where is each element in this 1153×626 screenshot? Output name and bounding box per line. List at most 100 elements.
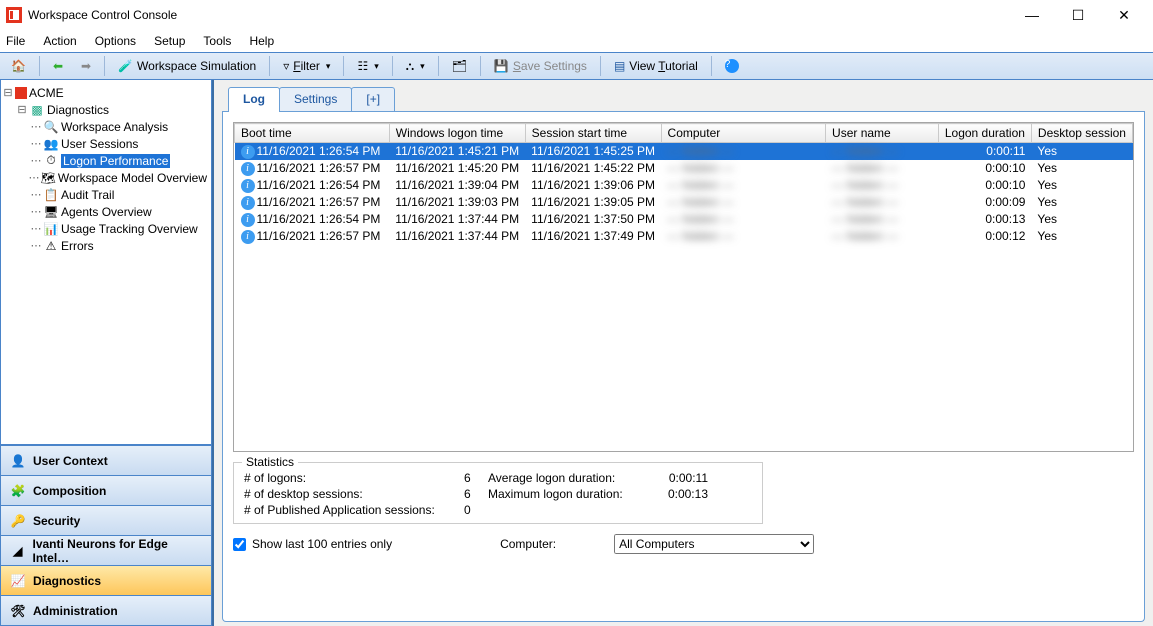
stat-desktop-label: # of desktop sessions: bbox=[244, 487, 464, 501]
stat-desktop-value: 6 bbox=[464, 487, 488, 501]
col-computer[interactable]: Computer bbox=[661, 124, 825, 143]
col-boot-time[interactable]: Boot time bbox=[235, 124, 390, 143]
nav-security[interactable]: 🔑Security bbox=[1, 505, 211, 535]
save-settings-button[interactable]: 💾Save Settings bbox=[487, 55, 594, 77]
tree-item-usage-tracking-overview[interactable]: ⋯📊Usage Tracking Overview bbox=[1, 220, 211, 237]
cell-dur: 0:00:13 bbox=[938, 211, 1031, 228]
separator bbox=[269, 56, 270, 76]
cell-boot: i11/16/2021 1:26:57 PM bbox=[235, 194, 390, 211]
cell-dur: 0:00:11 bbox=[938, 143, 1031, 160]
org-icon: ⛬ bbox=[406, 59, 414, 74]
computer-label: Computer: bbox=[500, 537, 556, 551]
table-row[interactable]: i11/16/2021 1:26:57 PM11/16/2021 1:39:03… bbox=[235, 194, 1133, 211]
tree-view[interactable]: ⊟ACME ⊟▩Diagnostics ⋯🔍Workspace Analysis… bbox=[0, 80, 212, 445]
nav-label: Ivanti Neurons for Edge Intel… bbox=[33, 537, 204, 565]
cell-user: — hidden — bbox=[826, 160, 939, 177]
arrow-left-icon: ⬅ bbox=[53, 59, 63, 73]
layout-button[interactable]: ☷▾ bbox=[350, 55, 385, 77]
stat-avg-label: Average logon duration: bbox=[488, 471, 648, 485]
col-logon-duration[interactable]: Logon duration bbox=[938, 124, 1031, 143]
menu-tools[interactable]: Tools bbox=[203, 34, 231, 48]
table-row[interactable]: i11/16/2021 1:26:57 PM11/16/2021 1:45:20… bbox=[235, 160, 1133, 177]
tree-item-label: Usage Tracking Overview bbox=[61, 222, 198, 236]
separator bbox=[392, 56, 393, 76]
view-tutorial-button[interactable]: ▤View Tutorial bbox=[607, 55, 705, 77]
nav-administration[interactable]: 🛠Administration bbox=[1, 595, 211, 625]
separator bbox=[480, 56, 481, 76]
nav-ivanti-neurons-for-edge-intel-[interactable]: ◢Ivanti Neurons for Edge Intel… bbox=[1, 535, 211, 565]
nav-user-context[interactable]: 👤User Context bbox=[1, 445, 211, 475]
tree-item-logon-performance[interactable]: ⋯⏱Logon Performance bbox=[1, 152, 211, 169]
tree-item-label: Agents Overview bbox=[61, 205, 152, 219]
tree-item-icon: 📋 bbox=[43, 187, 59, 203]
forward-button[interactable]: ➡ bbox=[74, 55, 98, 77]
col-user-name[interactable]: User name bbox=[826, 124, 939, 143]
workspace-simulation-button[interactable]: 🧪Workspace Simulation bbox=[111, 55, 263, 77]
col-windows-logon-time[interactable]: Windows logon time bbox=[389, 124, 525, 143]
back-button[interactable]: ⬅ bbox=[46, 55, 70, 77]
chevron-down-icon: ▾ bbox=[374, 61, 379, 72]
home-button[interactable]: 🏠 bbox=[4, 55, 33, 77]
nav-stack: 👤User Context🧩Composition🔑Security◢Ivant… bbox=[0, 445, 212, 626]
tab-label: [+] bbox=[366, 92, 380, 106]
stat-avg-value: 0:00:11 bbox=[648, 471, 708, 485]
col-desktop-session[interactable]: Desktop session bbox=[1031, 124, 1132, 143]
nav-composition[interactable]: 🧩Composition bbox=[1, 475, 211, 505]
tree-item-label: Errors bbox=[61, 239, 94, 253]
nav-icon: 📈 bbox=[9, 572, 27, 590]
tab-log[interactable]: Log bbox=[228, 87, 280, 112]
cell-dur: 0:00:10 bbox=[938, 160, 1031, 177]
tab-[interactable]: [+] bbox=[351, 87, 395, 111]
cell-boot: i11/16/2021 1:26:57 PM bbox=[235, 160, 390, 177]
menu-setup[interactable]: Setup bbox=[154, 34, 185, 48]
tree-item-workspace-model-overview[interactable]: ⋯🗺Workspace Model Overview bbox=[1, 169, 211, 186]
cell-sstart: 11/16/2021 1:37:50 PM bbox=[525, 211, 661, 228]
tree-item-label: User Sessions bbox=[61, 137, 138, 151]
maximize-button[interactable]: ☐ bbox=[1055, 0, 1101, 30]
menu-action[interactable]: Action bbox=[43, 34, 76, 48]
filter-button[interactable]: ▿Filter▾ bbox=[276, 55, 337, 77]
cell-boot: i11/16/2021 1:26:54 PM bbox=[235, 211, 390, 228]
cell-dur: 0:00:12 bbox=[938, 228, 1031, 245]
tree-item-label: Workspace Analysis bbox=[61, 120, 168, 134]
tree-root[interactable]: ⊟ACME bbox=[1, 84, 211, 101]
tree-item-audit-trail[interactable]: ⋯📋Audit Trail bbox=[1, 186, 211, 203]
cell-comp: — hidden — bbox=[661, 143, 825, 160]
export-button[interactable]: 🗂 bbox=[445, 55, 474, 77]
tree-item-workspace-analysis[interactable]: ⋯🔍Workspace Analysis bbox=[1, 118, 211, 135]
close-button[interactable]: ✕ bbox=[1101, 0, 1147, 30]
cell-desk: Yes bbox=[1031, 160, 1132, 177]
menu-file[interactable]: File bbox=[6, 34, 25, 48]
tree-group-diagnostics[interactable]: ⊟▩Diagnostics bbox=[1, 101, 211, 118]
nav-diagnostics[interactable]: 📈Diagnostics bbox=[1, 565, 211, 595]
cell-user: — hidden — bbox=[826, 211, 939, 228]
tree-item-agents-overview[interactable]: ⋯🖥Agents Overview bbox=[1, 203, 211, 220]
col-session-start-time[interactable]: Session start time bbox=[525, 124, 661, 143]
info-icon: i bbox=[241, 179, 255, 193]
tree-item-icon: ⏱ bbox=[43, 153, 59, 169]
cell-comp: — hidden — bbox=[661, 194, 825, 211]
table-row[interactable]: i11/16/2021 1:26:54 PM11/16/2021 1:39:04… bbox=[235, 177, 1133, 194]
nav-icon: 🧩 bbox=[9, 482, 27, 500]
nav-icon: 🛠 bbox=[9, 602, 27, 620]
layout-icon: ☷ bbox=[357, 59, 368, 73]
statistics-legend: Statistics bbox=[242, 455, 298, 469]
minimize-button[interactable]: — bbox=[1009, 0, 1055, 30]
table-row[interactable]: i11/16/2021 1:26:54 PM11/16/2021 1:37:44… bbox=[235, 211, 1133, 228]
menu-help[interactable]: Help bbox=[249, 34, 274, 48]
log-grid[interactable]: Boot timeWindows logon timeSession start… bbox=[233, 122, 1134, 452]
menu-options[interactable]: Options bbox=[95, 34, 136, 48]
table-row[interactable]: i11/16/2021 1:26:57 PM11/16/2021 1:37:44… bbox=[235, 228, 1133, 245]
stat-pub-label: # of Published Application sessions: bbox=[244, 503, 464, 517]
tree-item-icon: 🗺 bbox=[41, 170, 56, 186]
help-button[interactable]: ? bbox=[718, 55, 746, 77]
tree-item-errors[interactable]: ⋯⚠Errors bbox=[1, 237, 211, 254]
org-button[interactable]: ⛬▾ bbox=[399, 55, 432, 77]
tab-settings[interactable]: Settings bbox=[279, 87, 352, 111]
tree-item-user-sessions[interactable]: ⋯👥User Sessions bbox=[1, 135, 211, 152]
table-row[interactable]: i11/16/2021 1:26:54 PM11/16/2021 1:45:21… bbox=[235, 143, 1133, 160]
show-last-100-checkbox[interactable]: Show last 100 entries only bbox=[233, 537, 392, 551]
info-icon: i bbox=[241, 196, 255, 210]
computer-select[interactable]: All Computers bbox=[614, 534, 814, 554]
cell-comp: — hidden — bbox=[661, 160, 825, 177]
